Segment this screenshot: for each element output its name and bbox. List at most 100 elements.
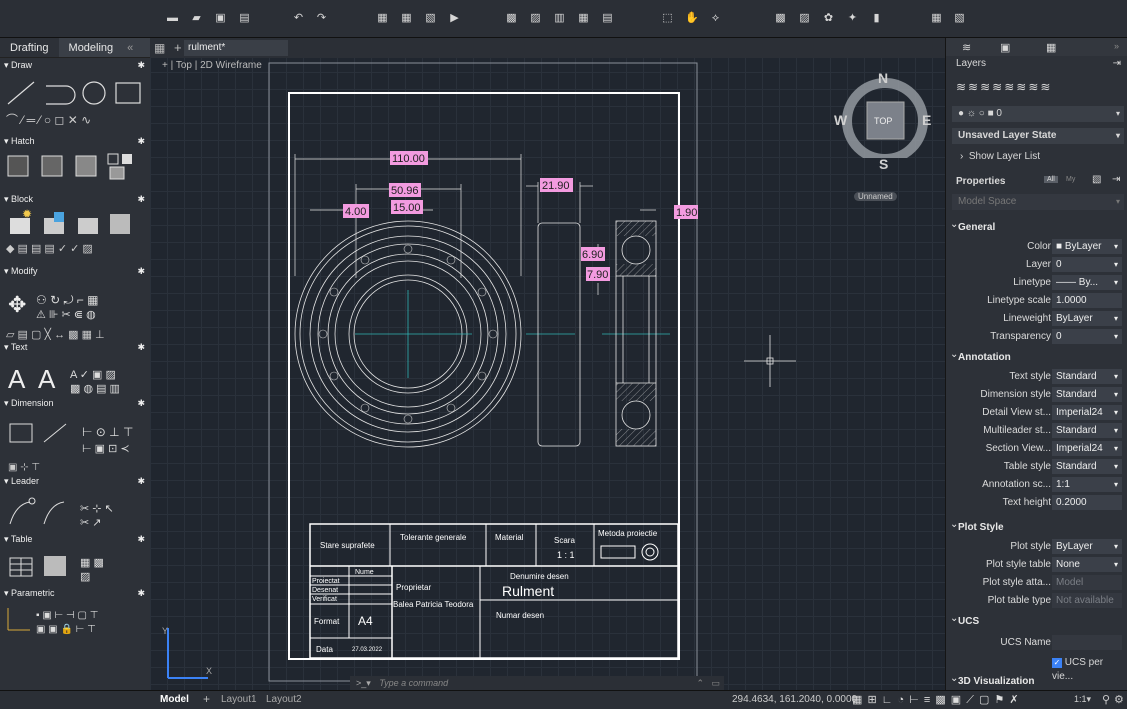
annotation-value[interactable]: 0.2000 <box>1052 495 1122 510</box>
command-options-icon[interactable]: ⌃ <box>696 676 704 690</box>
layout2-tab[interactable]: Layout2 <box>266 694 302 705</box>
group-modify-header[interactable]: ▾ Modify ✱ <box>0 264 150 278</box>
modify-tools[interactable]: ✥ ⚇ ↻ ⤾ ⌐ ▦ ⚠ ⊪ ✂ ⋐ ◍ ▱ ▤ ▢ ╳ ↔ ▩ ▦ ⊥ <box>0 278 150 341</box>
tool-palettes-icon[interactable]: ✦ <box>846 12 859 25</box>
quick-select-icon[interactable]: ▧ <box>1092 174 1101 185</box>
group-parametric-header[interactable]: ▾ Parametric ✱ <box>0 586 150 600</box>
gear-icon[interactable]: ✱ <box>137 340 145 354</box>
section-general[interactable]: General <box>946 215 1127 238</box>
ucs-menu[interactable]: Unnamed <box>854 192 897 201</box>
space-selector[interactable]: Model Space ▾ <box>952 194 1124 210</box>
sheet-set-icon[interactable]: ▮ <box>870 12 883 25</box>
plot-value[interactable]: ByLayer <box>1052 539 1122 554</box>
show-layer-list[interactable]: › Show Layer List <box>960 151 1040 162</box>
filter-my[interactable]: My <box>1066 176 1075 183</box>
gear-icon[interactable]: ✱ <box>137 474 145 488</box>
gear-icon[interactable]: ✱ <box>137 134 145 148</box>
expand-panel-icon[interactable]: » <box>1114 41 1119 51</box>
grid-view-icon[interactable]: ▦ <box>154 41 165 55</box>
compass-e[interactable]: E <box>922 112 931 128</box>
settings-icon[interactable]: ⚙ <box>1114 693 1124 706</box>
new-file-icon[interactable]: ▬ <box>166 12 179 25</box>
group-hatch-header[interactable]: ▾ Hatch ✱ <box>0 134 150 148</box>
model-tab[interactable]: Model <box>160 694 189 705</box>
command-history-icon[interactable]: ▭ <box>711 676 720 690</box>
gear-icon[interactable]: ✱ <box>137 396 145 410</box>
annotation-value[interactable]: Imperial24 <box>1052 405 1122 420</box>
quick-select-icon[interactable]: ▨ <box>798 12 811 25</box>
table-insert-icon[interactable]: ▤ <box>601 12 614 25</box>
viewcube-top-face[interactable]: TOP <box>874 116 892 126</box>
design-center-icon[interactable]: ✿ <box>822 12 835 25</box>
block-tools[interactable]: ✹ ◆ ▤ ▤ ▤ ✓ ✓ ▨ <box>0 206 150 260</box>
layer-dropdown[interactable]: ● ☼ ○ ■ 0 ▾ <box>952 106 1124 122</box>
layout1-tab[interactable]: Layout1 <box>221 694 257 705</box>
insert-icon[interactable]: ▩ <box>505 12 518 25</box>
tab-drafting[interactable]: Drafting <box>0 38 59 57</box>
section-3d-visualization[interactable]: 3D Visualization <box>946 671 1127 690</box>
compass-n[interactable]: N <box>878 70 888 86</box>
annotation-value[interactable]: Standard <box>1052 423 1122 438</box>
plot-value[interactable]: Not available <box>1052 593 1122 608</box>
group-draw-header[interactable]: ▾ Draw ✱ <box>0 58 150 72</box>
publish-icon[interactable]: ▧ <box>424 12 437 25</box>
annotation-value[interactable]: Standard <box>1052 459 1122 474</box>
measure-icon[interactable]: ▦ <box>930 12 943 25</box>
table-tools[interactable]: ▦ ▩ ▨ <box>0 546 150 590</box>
gear-icon[interactable]: ✱ <box>137 264 145 278</box>
section-ucs[interactable]: UCS <box>946 609 1127 632</box>
undo-icon[interactable]: ↶ <box>292 12 305 25</box>
match-properties-icon[interactable]: ▩ <box>774 12 787 25</box>
general-value[interactable]: 1.0000 <box>1052 293 1122 308</box>
section-annotation[interactable]: Annotation <box>946 345 1127 368</box>
layer-tools-icons[interactable]: ≋≋≋≋≋≋≋≋ <box>956 80 1052 94</box>
viewport-controls[interactable]: + | Top | 2D Wireframe <box>162 60 262 71</box>
attach-icon[interactable]: ▨ <box>529 12 542 25</box>
export-icon[interactable]: ▶ <box>448 12 461 25</box>
gear-icon[interactable]: ✱ <box>137 192 145 206</box>
annotation-value[interactable]: 1:1 <box>1052 477 1122 492</box>
gear-icon[interactable]: ✱ <box>137 58 145 72</box>
properties-tab-icon[interactable]: ▣ <box>1000 41 1010 54</box>
group-leader-header[interactable]: ▾ Leader ✱ <box>0 474 150 488</box>
general-value[interactable]: ByLayer <box>1052 311 1122 326</box>
compass-s[interactable]: S <box>879 156 888 172</box>
orbit-icon[interactable]: ⟡ <box>709 12 722 25</box>
general-value[interactable]: 0 <box>1052 329 1122 344</box>
dimension-labels[interactable]: 110.00 50.96 21.90 4.00 15.00 1.90 6.90 … <box>343 151 698 281</box>
leader-tools[interactable]: ✂ ⊹ ↖ ✂ ↗ <box>0 488 150 536</box>
gear-icon[interactable]: ✱ <box>137 586 145 600</box>
tab-modeling[interactable]: Modeling <box>59 38 124 57</box>
filter-all[interactable]: All <box>1044 176 1058 183</box>
annotation-value[interactable]: Imperial24 <box>1052 441 1122 456</box>
save-icon[interactable]: ▣ <box>214 12 227 25</box>
view-cube[interactable]: N S E W TOP Unnamed <box>834 68 931 201</box>
layer-state-dropdown[interactable]: Unsaved Layer State ▾ <box>952 128 1124 144</box>
pan-icon[interactable]: ✋ <box>685 12 699 25</box>
viewport-menu[interactable]: + | <box>162 60 173 71</box>
redo-icon[interactable]: ↷ <box>315 12 328 25</box>
open-file-icon[interactable]: ▰ <box>190 12 203 25</box>
dock-icon[interactable]: ⇥ <box>1113 58 1121 69</box>
hatch-tools[interactable] <box>0 148 150 188</box>
group-table-header[interactable]: ▾ Table ✱ <box>0 532 150 546</box>
collapse-panel-icon[interactable]: « <box>123 38 137 57</box>
section-plot-style[interactable]: Plot Style <box>946 515 1127 538</box>
annotation-value[interactable]: Standard <box>1052 369 1122 384</box>
viewport-label[interactable]: Top | 2D Wireframe <box>176 60 262 71</box>
xref-icon[interactable]: ▥ <box>553 12 566 25</box>
document-tab[interactable]: rulment* <box>184 40 288 56</box>
plot-value[interactable]: Model <box>1052 575 1122 590</box>
group-dimension-header[interactable]: ▾ Dimension ✱ <box>0 396 150 410</box>
general-value[interactable]: —— By... <box>1052 275 1122 290</box>
drawing-canvas[interactable]: 110.00 50.96 21.90 4.00 15.00 1.90 6.90 … <box>150 38 945 690</box>
workspace-icon[interactable]: ⚲ <box>1102 693 1110 706</box>
plot-value[interactable]: None <box>1052 557 1122 572</box>
batch-plot-icon[interactable]: ▦ <box>400 12 413 25</box>
layers-tab-icon[interactable]: ≋ <box>962 41 971 54</box>
image-icon[interactable]: ▦ <box>577 12 590 25</box>
group-text-header[interactable]: ▾ Text ✱ <box>0 340 150 354</box>
compass-w[interactable]: W <box>834 112 847 128</box>
dock-properties-icon[interactable]: ⇥ <box>1112 174 1120 185</box>
command-line[interactable]: >_▾ Type a command ⌃ ▭ <box>350 676 724 690</box>
